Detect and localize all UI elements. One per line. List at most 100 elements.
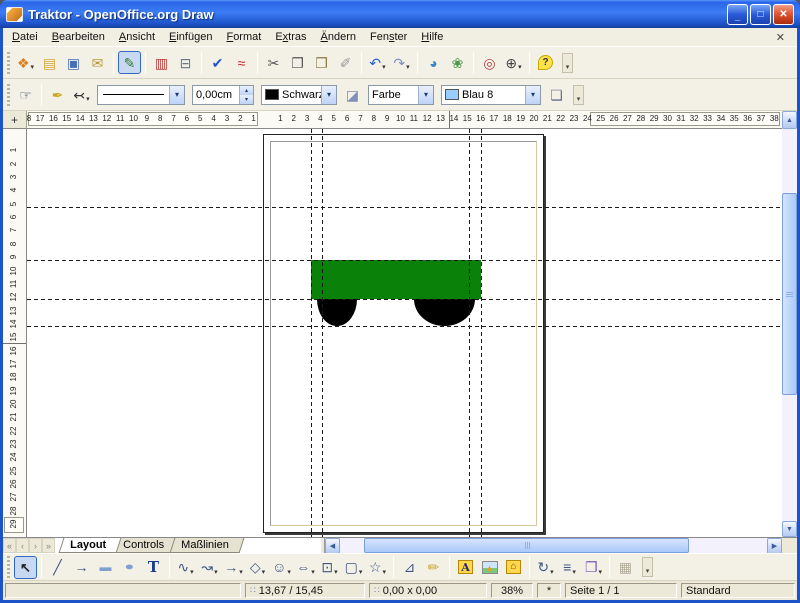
menu-ansicht[interactable]: Ansicht — [112, 29, 162, 45]
shape-trailer-body[interactable] — [311, 260, 481, 299]
edit-file-icon[interactable]: ✎ — [118, 51, 141, 74]
ruler-origin-button[interactable]: + — [3, 111, 27, 129]
vertical-scrollbar[interactable]: ▼ — [782, 129, 797, 537]
scroll-right-button[interactable]: ▶ — [767, 538, 782, 554]
guide-line-vertical[interactable] — [481, 129, 482, 537]
menu-einfgen[interactable]: Einfügen — [162, 29, 219, 45]
guide-line-horizontal[interactable] — [27, 326, 782, 327]
connector-tool-icon[interactable]: ↝▾ — [198, 556, 221, 579]
line-color-select-arrow[interactable]: ▾ — [321, 86, 336, 104]
vertical-ruler[interactable]: 1234567891011121314151617181920212223242… — [3, 129, 27, 537]
format-paintbrush-icon[interactable]: ✐ — [334, 51, 357, 74]
arrange-icon[interactable]: ❐▾ — [582, 556, 605, 579]
menu-ndern[interactable]: Ändern — [314, 29, 363, 45]
document-close-button[interactable]: ✕ — [766, 31, 795, 44]
vertical-scrollbar-track[interactable] — [782, 129, 797, 521]
status-page-cell[interactable]: Seite 1 / 1 — [565, 583, 677, 598]
curve-tool-icon[interactable]: ∿▾ — [174, 556, 197, 579]
fontwork-icon[interactable]: A — [454, 556, 477, 579]
horizontal-scrollbar[interactable]: ◀ ▶ — [325, 538, 782, 553]
tab-layout[interactable]: Layout — [59, 538, 122, 553]
tab-nav-button-1[interactable]: ‹ — [16, 538, 29, 553]
text-tool-icon[interactable]: T — [142, 556, 165, 579]
app-icon[interactable] — [6, 7, 23, 22]
fill-style-select-arrow[interactable]: ▾ — [418, 86, 433, 104]
page[interactable] — [263, 134, 544, 533]
flowchart-icon[interactable]: ⊡▾ — [318, 556, 341, 579]
status-size-cell[interactable]: ∷ 0,00 x 0,00 — [369, 583, 487, 598]
guide-line-vertical[interactable] — [311, 129, 312, 537]
line-fill-toolbar-more-button[interactable]: ▾ — [573, 85, 584, 105]
drawing-toolbar-more-button[interactable]: ▾ — [642, 557, 653, 577]
menu-hilfe[interactable]: Hilfe — [414, 29, 450, 45]
scroll-down-button[interactable]: ▼ — [782, 521, 797, 537]
guide-line-horizontal[interactable] — [27, 260, 782, 261]
line-color-select[interactable]: Schwarz▾ — [261, 85, 337, 105]
spin-down-button[interactable]: ▾ — [240, 95, 253, 104]
toolbar-grip[interactable] — [7, 52, 10, 74]
fill-style-select[interactable]: Farbe▾ — [368, 85, 434, 105]
fill-color-select-arrow[interactable]: ▾ — [525, 86, 540, 104]
menu-format[interactable]: Format — [219, 29, 268, 45]
toolbar-grip[interactable] — [7, 556, 10, 578]
insert-picture-icon[interactable]: ▲ — [478, 556, 501, 579]
spinner-buttons[interactable]: ▴▾ — [239, 86, 253, 104]
arrowheads-icon[interactable]: ↢▾ — [70, 83, 93, 106]
close-button[interactable]: ✕ — [773, 4, 794, 25]
status-style-cell[interactable]: Standard — [681, 583, 795, 598]
guide-line-horizontal[interactable] — [27, 299, 782, 300]
line-style-select-arrow[interactable]: ▾ — [169, 86, 184, 104]
horizontal-scrollbar-track[interactable] — [340, 538, 767, 553]
line-dialog-icon[interactable]: ✒ — [46, 83, 69, 106]
chart-icon[interactable]: ◕ — [422, 51, 445, 74]
standard-toolbar-more-button[interactable]: ▾ — [562, 53, 573, 73]
guide-line-vertical[interactable] — [322, 129, 323, 537]
export-pdf-icon[interactable]: ▥ — [150, 51, 173, 74]
copy-icon[interactable]: ❐ — [286, 51, 309, 74]
gallery-icon[interactable]: ⌂ — [502, 556, 525, 579]
spellcheck-icon[interactable]: ✔ — [206, 51, 229, 74]
maximize-button[interactable]: □ — [750, 4, 771, 25]
arrow-tool-icon[interactable]: → — [70, 556, 93, 579]
fill-color-select[interactable]: Blau 8▾ — [441, 85, 541, 105]
stars-icon[interactable]: ☆▾ — [366, 556, 389, 579]
autospellcheck-icon[interactable]: ≈ — [230, 51, 253, 74]
basic-shapes-icon[interactable]: ◇▾ — [246, 556, 269, 579]
canvas[interactable] — [27, 129, 782, 537]
scroll-up-button[interactable]: ▲ — [782, 111, 797, 129]
spin-up-button[interactable]: ▴ — [240, 86, 253, 95]
ellipse-tool-icon[interactable]: ● — [118, 556, 141, 579]
tab-nav-button-0[interactable]: « — [3, 538, 16, 553]
horizontal-scrollbar-thumb[interactable] — [364, 538, 689, 553]
paste-icon[interactable]: ❒ — [310, 51, 333, 74]
save-icon[interactable]: ▣ — [62, 51, 85, 74]
minimize-button[interactable]: _ — [727, 4, 748, 25]
select-tool-icon[interactable]: ↖ — [14, 556, 37, 579]
lines-arrows-tool-icon[interactable]: →▾ — [222, 556, 245, 579]
open-icon[interactable]: ▤ — [38, 51, 61, 74]
line-width-spinner[interactable]: 0,00cm▴▾ — [192, 85, 254, 105]
horizontal-ruler[interactable]: 1817161514131211109876543211234567891011… — [27, 111, 782, 129]
scroll-left-button[interactable]: ◀ — [325, 538, 340, 554]
new-icon[interactable]: ❖▾ — [14, 51, 37, 74]
status-zoom-cell[interactable]: 38% — [491, 583, 533, 598]
status-position-cell[interactable]: ∷ 13,67 / 15,45 — [245, 583, 365, 598]
tab-nav-button-2[interactable]: › — [29, 538, 42, 553]
extrusion-icon[interactable]: ▦ — [614, 556, 637, 579]
symbol-shapes-icon[interactable]: ☺▾ — [270, 556, 293, 579]
tab-nav-button-3[interactable]: » — [42, 538, 55, 553]
vertical-scrollbar-thumb[interactable] — [782, 193, 797, 395]
edit-points-icon[interactable]: ☞ — [14, 83, 37, 106]
line-tool-icon[interactable]: ╱ — [46, 556, 69, 579]
toolbar-grip[interactable] — [7, 84, 10, 106]
rectangle-tool-icon[interactable]: ▬ — [94, 556, 117, 579]
glue-points-icon[interactable]: ✏ — [422, 556, 445, 579]
menu-datei[interactable]: Datei — [5, 29, 45, 45]
undo-icon[interactable]: ↶▾ — [366, 51, 389, 74]
menu-bearbeiten[interactable]: Bearbeiten — [45, 29, 112, 45]
callouts-icon[interactable]: ▢▾ — [342, 556, 365, 579]
edit-points-button-icon[interactable]: ⊿ — [398, 556, 421, 579]
block-arrows-icon[interactable]: ⇔▾ — [294, 556, 317, 579]
print-icon[interactable]: ⊟ — [174, 51, 197, 74]
email-icon[interactable]: ✉ — [86, 51, 109, 74]
